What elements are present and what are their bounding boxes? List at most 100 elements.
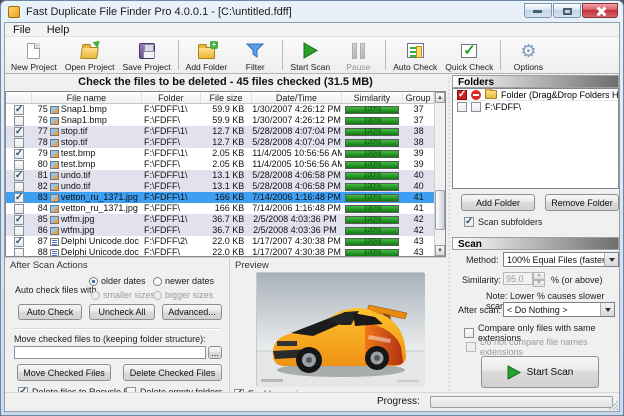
file-folder: F:\FDFF\2\ [142,236,201,247]
row-checkbox[interactable] [14,160,24,170]
folders-list-header[interactable]: Folder (Drag&Drop Folders Here) [453,89,618,101]
column-folder[interactable]: Folder [142,92,201,103]
remove-folder-button[interactable]: Remove Folder [545,194,619,211]
new-project-button[interactable]: New Project [7,37,61,73]
scrollbar-thumb[interactable] [435,190,445,229]
row-checkbox[interactable] [14,138,24,148]
table-row[interactable]: 75 Snap1.bmp F:\FDFF\1\ 59.9 KB 1/30/200… [6,104,434,115]
preview-image [256,272,424,386]
delete-checked-files-button[interactable]: Delete Checked Files [123,364,222,381]
row-checkbox[interactable] [14,171,24,181]
exclude-checkbox[interactable] [471,102,481,112]
similarity-bar: 100% [345,128,399,136]
row-checkbox[interactable] [14,149,24,159]
scan-subfolders-checkbox[interactable]: Scan subfolders [464,217,543,227]
add-folder-icon: + [198,39,215,62]
table-row[interactable]: 84 vetton_ru_1371.jpg F:\FDFF\ 166 KB 7/… [6,203,434,214]
browse-button[interactable]: ... [208,346,222,359]
table-row[interactable]: 77 stop.tif F:\FDFF\1\ 12.7 KB 5/28/2008… [6,126,434,137]
filter-button[interactable]: Filter [231,37,279,73]
start-scan-toolbar-button[interactable]: Start Scan [286,37,334,73]
table-row[interactable]: 81 undo.tif F:\FDFF\1\ 13.1 KB 5/28/2008… [6,170,434,181]
row-number: 83 [32,192,48,203]
open-project-button[interactable]: Open Project [61,37,119,73]
add-folder-button[interactable]: + Add Folder [182,37,232,73]
group-number: 39 [403,148,434,159]
row-checkbox[interactable] [14,182,24,192]
file-type-icon [50,194,59,202]
method-dropdown[interactable]: 100% Equal Files (faster) [503,252,619,267]
table-row[interactable]: 86 wtfm.jpg F:\FDFF\ 36.7 KB 2/5/2008 4:… [6,225,434,236]
table-scrollbar[interactable]: ▲ ▼ [434,92,445,256]
menu-help[interactable]: Help [39,24,78,36]
row-checkbox[interactable] [14,215,24,225]
row-checkbox[interactable] [14,105,24,115]
similarity-bar: 100% [345,216,399,224]
resize-grip-icon[interactable] [606,398,618,410]
advanced-button[interactable]: Advanced... [162,304,222,320]
start-scan-button[interactable]: Start Scan [481,356,599,388]
column-similarity[interactable]: Similarity [342,92,404,103]
close-button[interactable] [582,3,618,18]
row-checkbox[interactable] [14,248,24,258]
menu-file[interactable]: File [5,24,39,36]
table-row[interactable]: 76 Snap1.bmp F:\FDFF\ 59.9 KB 1/30/2007 … [6,115,434,126]
column-file-size[interactable]: File size [201,92,253,103]
column-file-name[interactable]: File name [32,92,142,103]
row-checkbox[interactable] [14,226,24,236]
radio-newer-dates[interactable]: newer dates [153,276,214,286]
column-group[interactable]: Group [403,92,434,103]
move-checked-files-button[interactable]: Move Checked Files [17,364,111,381]
row-checkbox[interactable] [14,237,24,247]
after-scan-dropdown[interactable]: < Do Nothing > [503,302,615,317]
row-checkbox[interactable] [14,204,24,214]
quick-check-button[interactable]: Quick Check [441,37,497,73]
auto-check-toolbar-button[interactable]: Auto Check [389,37,441,73]
column-date-time[interactable]: Date/Time [252,92,341,103]
table-row[interactable]: 79 test.bmp F:\FDFF\1\ 2.05 KB 11/4/2005… [6,148,434,159]
file-folder: F:\FDFF\ [142,181,201,192]
exclude-icon[interactable] [471,90,481,100]
pause-button: Pause [334,37,382,73]
table-row[interactable]: 85 wtfm.jpg F:\FDFF\1\ 36.7 KB 2/5/2008 … [6,214,434,225]
file-folder: F:\FDFF\ [142,137,201,148]
file-folder: F:\FDFF\1\ [142,104,201,115]
file-date: 2/5/2008 4:03:36 PM [252,225,341,236]
radio-older-dates[interactable]: older dates [89,276,146,286]
duplicate-files-table: File name Folder File size Date/Time Sim… [5,91,446,257]
include-all-checkbox[interactable] [457,90,467,100]
auto-check-button[interactable]: Auto Check [18,304,82,320]
similarity-bar: 100% [345,106,399,114]
table-row[interactable]: 78 stop.tif F:\FDFF\ 12.7 KB 5/28/2008 4… [6,137,434,148]
row-checkbox[interactable] [14,127,24,137]
scroll-up-icon[interactable]: ▲ [435,92,445,103]
include-checkbox[interactable] [457,102,467,112]
options-button[interactable]: ⚙ Options [504,37,552,73]
row-checkbox[interactable] [14,116,24,126]
table-row[interactable]: 82 undo.tif F:\FDFF\ 13.1 KB 5/28/2008 4… [6,181,434,192]
table-row[interactable]: 87 Delphi Unicode.doc F:\FDFF\2\ 22.0 KB… [6,236,434,247]
maximize-button[interactable] [553,3,581,18]
table-row[interactable]: 88 Delphi Unicode.doc F:\FDFF\ 22.0 KB 1… [6,247,434,257]
table-row[interactable]: 80 test.bmp F:\FDFF\ 2.05 KB 11/4/2005 1… [6,159,434,170]
file-name: vetton_ru_1371.jpg [61,203,138,214]
row-checkbox[interactable] [14,193,24,203]
file-size: 12.7 KB [201,126,253,137]
title-bar[interactable]: Fast Duplicate File Finder Pro 4.0.0.1 -… [4,1,620,22]
play-icon [507,365,521,380]
move-destination-input[interactable] [14,346,206,359]
folders-panel-header: Folders [452,75,619,88]
similarity-suffix: % (or above) [551,275,603,285]
file-folder: F:\FDFF\ [142,247,201,257]
table-row[interactable]: 83 vetton_ru_1371.jpg F:\FDFF\1\ 166 KB … [6,192,434,203]
file-name: wtfm.jpg [61,225,95,236]
chevron-down-icon [600,303,614,316]
save-project-button[interactable]: Save Project [118,37,174,73]
add-folder-panel-button[interactable]: Add Folder [461,194,535,211]
file-size: 2.05 KB [201,148,253,159]
group-number: 37 [403,104,434,115]
minimize-button[interactable] [524,3,552,18]
scroll-down-icon[interactable]: ▼ [435,245,445,256]
folder-row[interactable]: F:\FDFF\ [453,101,618,113]
uncheck-all-button[interactable]: Uncheck All [89,304,155,320]
